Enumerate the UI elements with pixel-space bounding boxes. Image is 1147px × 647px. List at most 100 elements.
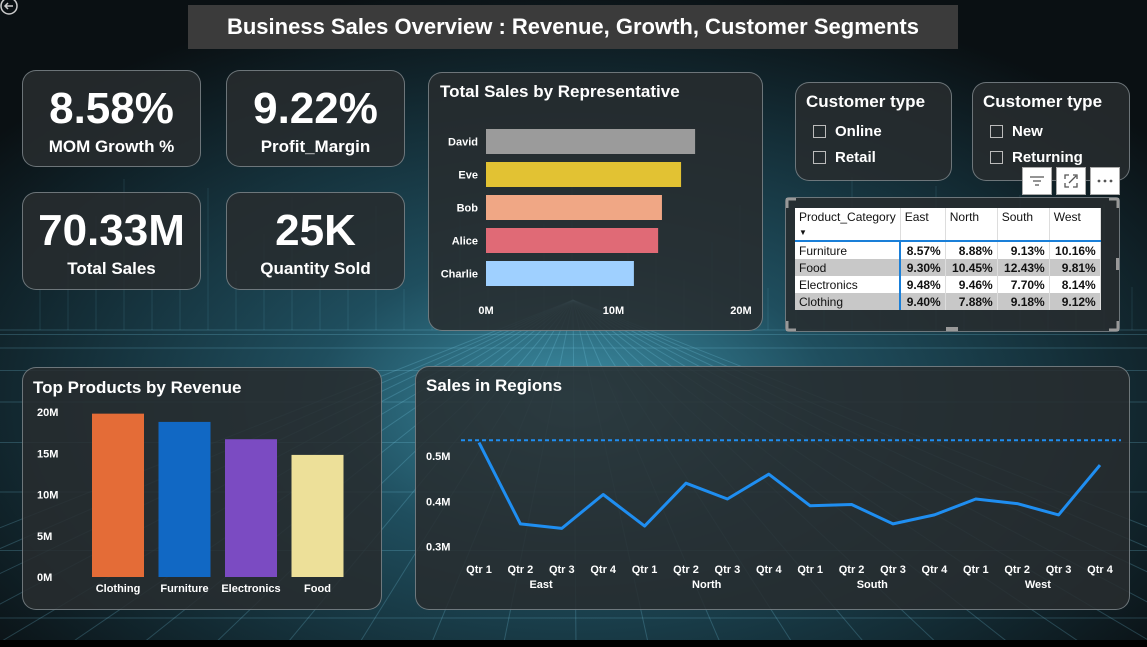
bar xyxy=(486,129,696,154)
slicer-title: Customer type xyxy=(806,92,926,111)
sales-by-representative-chart[interactable]: Total Sales by Representative David Eve Bo… xyxy=(428,72,763,331)
kpi-label: Profit_Margin xyxy=(260,137,371,156)
profit-margin-matrix-panel[interactable]: Product_Category ▼ East North South West… xyxy=(785,197,1120,332)
cell: 10.45% xyxy=(945,259,998,276)
x-tick-label: Qtr 3 xyxy=(1046,564,1072,576)
x-tick-label: Qtr 4 xyxy=(922,564,949,576)
checkbox[interactable] xyxy=(990,151,1003,164)
kpi-card-quantity-sold[interactable]: 25K Quantity Sold xyxy=(226,192,405,290)
y-tick-label: Alice xyxy=(452,236,478,248)
checkbox[interactable] xyxy=(813,151,826,164)
bar xyxy=(486,228,659,253)
y-tick-label: 15M xyxy=(37,448,58,460)
x-tick-label: Furniture xyxy=(160,583,208,595)
table-row[interactable]: Electronics 9.48% 9.46% 7.70% 8.14% xyxy=(795,276,1101,293)
kpi-card-mom-growth[interactable]: 8.58% MOM Growth % xyxy=(22,70,201,167)
x-tick-label: Qtr 1 xyxy=(466,564,492,576)
cell: 10.16% xyxy=(1049,241,1101,259)
sort-descending-icon[interactable]: ▼ xyxy=(799,228,807,237)
cell: 12.43% xyxy=(997,259,1050,276)
cell: 9.18% xyxy=(997,293,1050,310)
kpi-value: 9.22% xyxy=(253,84,378,133)
slicer-option-returning[interactable]: Returning xyxy=(990,149,1083,166)
sales-in-regions-chart[interactable]: Sales in Regions 0.3M 0.4M 0.5M Qtr 1 Qtr 2Q… xyxy=(415,366,1130,610)
bottom-strip xyxy=(0,640,1147,647)
x-tick-label: 10M xyxy=(603,305,624,317)
x-tick-label: 0M xyxy=(478,305,493,317)
x-tick-label: Qtr 2 xyxy=(1004,564,1030,576)
more-options-icon[interactable] xyxy=(1090,167,1120,195)
column-header-product-category[interactable]: Product_Category ▼ xyxy=(795,208,901,241)
row-label: Food xyxy=(795,259,902,276)
header-label: Product_Category xyxy=(799,210,896,224)
cell: 9.48% xyxy=(900,276,946,293)
checkbox[interactable] xyxy=(990,125,1003,138)
slicer-title: Customer type xyxy=(983,92,1103,111)
x-tick-label: Qtr 1 xyxy=(797,564,823,576)
y-tick-label: 0.5M xyxy=(426,451,450,463)
table-row[interactable]: Furniture 8.57% 8.88% 9.13% 10.16% xyxy=(795,241,1101,259)
row-label: Electronics xyxy=(795,276,902,293)
x-tick-label: Qtr 2 xyxy=(839,564,865,576)
option-label: Retail xyxy=(835,149,876,166)
cell: 7.88% xyxy=(945,293,998,310)
kpi-value: 25K xyxy=(275,206,356,255)
x-tick-label: 20M xyxy=(730,305,751,317)
table-row[interactable]: Food 9.30% 10.45% 12.43% 9.81% xyxy=(795,259,1101,276)
y-tick-label: 20M xyxy=(37,407,58,419)
x-tick-label: Qtr 1 xyxy=(963,564,989,576)
x-tick-label: Qtr 2 xyxy=(673,564,699,576)
bar xyxy=(486,195,662,220)
customer-type-slicer-channel[interactable]: Customer type Online Retail xyxy=(795,82,952,181)
x-tick-label: Food xyxy=(304,583,331,595)
x-tick-label: Electronics xyxy=(221,583,280,595)
cell: 8.14% xyxy=(1049,276,1101,293)
slicer-option-retail[interactable]: Retail xyxy=(813,149,876,166)
option-label: New xyxy=(1012,123,1043,140)
filter-icon[interactable] xyxy=(1022,167,1052,195)
x-group-label: South xyxy=(857,579,888,591)
kpi-card-profit-margin[interactable]: 9.22% Profit_Margin xyxy=(226,70,405,167)
profit-margin-matrix[interactable]: Product_Category ▼ East North South West… xyxy=(795,208,1101,310)
regions-line-chart: 0.3M 0.4M 0.5M Qtr 1 Qtr 2 Qtr 3 Qtr 4 Qtr 1 Qtr… xyxy=(426,439,1121,591)
checkbox[interactable] xyxy=(813,125,826,138)
back-arrow-icon[interactable] xyxy=(0,0,22,19)
x-tick-label: Qtr 3 xyxy=(880,564,906,576)
x-group-label: East xyxy=(529,579,553,591)
slicer-option-new[interactable]: New xyxy=(990,123,1043,140)
y-tick-label: Eve xyxy=(458,170,478,182)
y-tick-label: 0.4M xyxy=(426,496,450,508)
cell: 8.88% xyxy=(945,241,998,259)
cell: 9.40% xyxy=(900,293,946,310)
series-line xyxy=(477,441,1102,530)
kpi-label: Total Sales xyxy=(67,259,156,278)
column-header-north[interactable]: North xyxy=(945,208,998,241)
row-label: Furniture xyxy=(795,241,902,259)
option-label: Online xyxy=(835,123,882,140)
kpi-value: 70.33M xyxy=(38,206,185,255)
focus-mode-icon[interactable] xyxy=(1056,167,1086,195)
top-products-chart[interactable]: Top Products by Revenue 0M 5M 10M 15M 20M Clo… xyxy=(22,367,382,610)
row-label: Clothing xyxy=(795,293,902,310)
kpi-value: 8.58% xyxy=(49,84,174,133)
column-header-south[interactable]: South xyxy=(997,208,1050,241)
cell: 8.57% xyxy=(900,241,946,259)
kpi-label: MOM Growth % xyxy=(48,137,175,156)
x-tick-label: Clothing xyxy=(96,583,141,595)
option-label: Returning xyxy=(1012,149,1083,166)
x-tick-label: Qtr 3 xyxy=(715,564,741,576)
x-tick-label: Qtr 3 xyxy=(549,564,575,576)
column-header-east[interactable]: East xyxy=(900,208,946,241)
table-row[interactable]: Clothing 9.40% 7.88% 9.18% 9.12% xyxy=(795,293,1101,310)
x-group-label: North xyxy=(692,579,722,591)
kpi-card-total-sales[interactable]: 70.33M Total Sales xyxy=(22,192,201,290)
bar xyxy=(291,454,344,577)
y-tick-label: David xyxy=(448,137,478,149)
x-tick-label: Qtr 4 xyxy=(756,564,783,576)
column-header-west[interactable]: West xyxy=(1049,208,1101,241)
y-tick-label: 10M xyxy=(37,490,58,502)
cell: 9.30% xyxy=(900,259,946,276)
cell: 9.81% xyxy=(1049,259,1101,276)
slicer-option-online[interactable]: Online xyxy=(813,123,882,140)
cell: 9.13% xyxy=(997,241,1050,259)
